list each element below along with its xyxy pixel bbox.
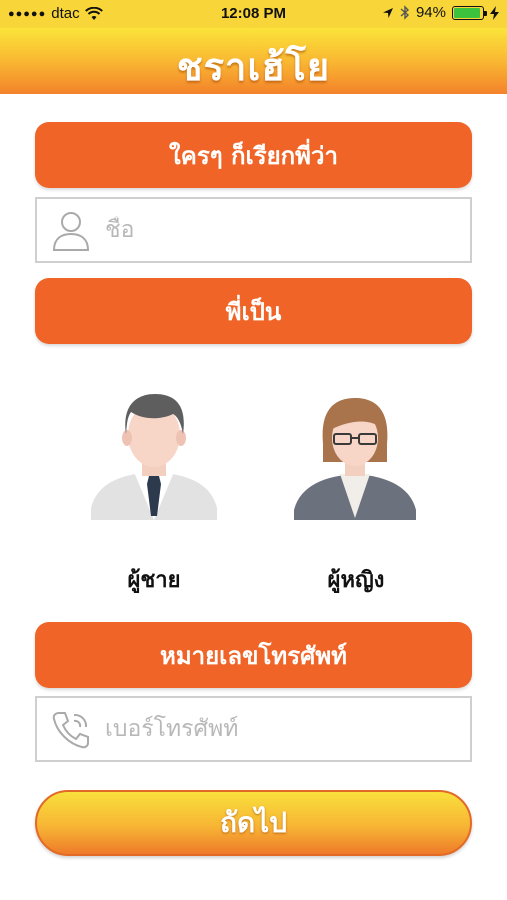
phone-icon — [52, 712, 89, 749]
user-icon — [52, 212, 90, 251]
next-button[interactable]: ถัดไป — [35, 790, 472, 856]
battery-percent: 94% — [415, 4, 446, 21]
phone-input[interactable] — [103, 715, 447, 743]
status-right: 94% — [382, 4, 499, 21]
status-bar: ●●●●● dtac 12:08 PM 94% — [0, 0, 507, 28]
female-avatar-icon[interactable] — [290, 388, 420, 520]
phone-field[interactable] — [35, 696, 472, 762]
male-avatar-icon[interactable] — [89, 388, 219, 520]
female-label[interactable]: ผู้หญิง — [286, 562, 426, 597]
location-arrow-icon — [382, 7, 393, 18]
name-input[interactable] — [103, 216, 447, 244]
male-label[interactable]: ผู้ชาย — [84, 562, 224, 597]
name-field[interactable] — [35, 197, 472, 263]
gender-heading: พี่เป็น — [35, 278, 472, 344]
bluetooth-icon — [400, 5, 409, 20]
charging-bolt-icon — [490, 5, 499, 20]
phone-heading: หมายเลขโทรศัพท์ — [35, 622, 472, 688]
nickname-heading: ใครๆ ก็เรียกพี่ว่า — [35, 122, 472, 188]
app-header: ชราเฮ้โย — [0, 28, 507, 94]
app-title: ชราเฮ้โย — [176, 45, 331, 89]
battery-icon — [452, 5, 487, 20]
